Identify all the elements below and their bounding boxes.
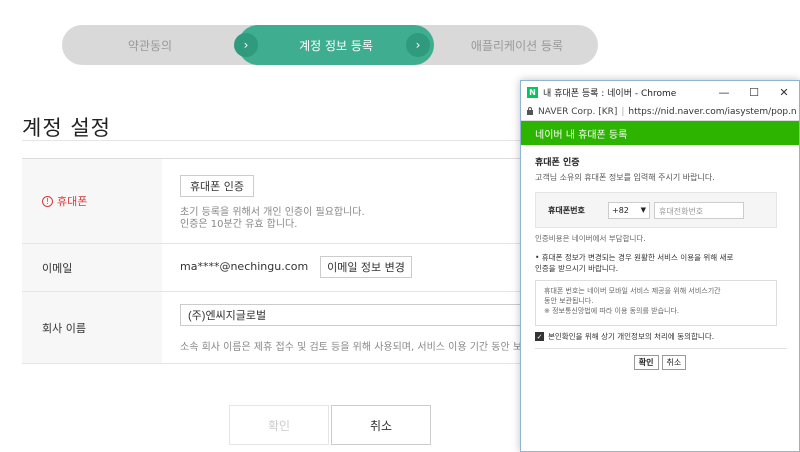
terms-box[interactable]: 휴대폰 번호는 네이버 모바일 서비스 제공을 위해 서비스기간 동안 보관됩니… [535, 280, 777, 326]
address-org: NAVER Corp. [KR] [538, 106, 618, 117]
window-controls: — ☐ ✕ [709, 81, 799, 103]
step-arrow-icon: › [234, 33, 258, 57]
cost-note: 인증비용은 네이버에서 부담합니다. [535, 234, 646, 243]
change-email-button[interactable]: 이메일 정보 변경 [320, 256, 412, 278]
address-url: https://nid.naver.com/iasystem/pop.n [628, 106, 797, 117]
step-app-registration: 애플리케이션 등록 [412, 25, 598, 65]
maximize-icon[interactable]: ☐ [739, 81, 769, 103]
close-icon[interactable]: ✕ [769, 81, 799, 103]
form-row-company: 회사 이름 소속 회사 이름은 제휴 접수 및 검토 등을 위해 사용되며, 서… [22, 292, 562, 364]
country-code-value: +82 [612, 206, 629, 215]
naver-logo-icon: N [527, 86, 538, 98]
step-progress: 약관동의 계정 정보 등록 애플리케이션 등록 › › [62, 25, 598, 65]
phone-hint-line-2: 인증은 10분간 유효 합니다. [180, 219, 298, 230]
cancel-button[interactable]: 취소 [331, 405, 431, 445]
confirm-button[interactable]: 확인 [229, 405, 329, 445]
phone-label: 휴대폰 [57, 195, 88, 208]
email-value: ma****@nechingu.com [180, 260, 309, 273]
checkbox-checked-icon[interactable]: ✓ [535, 332, 544, 341]
popup-confirm-button[interactable]: 확인 [633, 355, 659, 370]
popup-body: 휴대폰 인증 고객님 소유의 휴대폰 정보를 입력해 주시기 바랍니다. 휴대폰… [521, 145, 799, 380]
popup-section-desc: 고객님 소유의 휴대폰 정보를 입력해 주시기 바랍니다. [535, 173, 715, 182]
title-divider [22, 140, 522, 141]
form-row-phone: ! 휴대폰 휴대폰 인증 초기 등록을 위해서 개인 인증이 필요합니다. 인증… [22, 159, 522, 244]
popup-header: 네이버 내 휴대폰 등록 [521, 121, 799, 145]
popup-divider [535, 348, 787, 349]
warning-icon: ! [42, 195, 53, 207]
page-title: 계정 설정 [22, 116, 111, 140]
phone-number-box: 휴대폰번호 +82 ▼ 휴대전화번호 [535, 192, 777, 228]
window-titlebar[interactable]: N 내 휴대폰 등록 : 네이버 - Chrome — ☐ ✕ [521, 81, 799, 103]
company-label: 회사 이름 [22, 292, 162, 363]
popup-buttons: 확인 취소 [535, 355, 785, 370]
agree-checkbox-row[interactable]: ✓ 본인확인을 위해 상기 개인정보의 처리에 동의합니다. [535, 331, 785, 342]
change-note-line-2: 인증을 받으시기 바랍니다. [535, 264, 619, 273]
chevron-down-icon: ▼ [640, 206, 646, 214]
window-title: 내 휴대폰 등록 : 네이버 - Chrome [543, 88, 677, 99]
phone-hint-line-1: 초기 등록을 위해서 개인 인증이 필요합니다. [180, 207, 365, 218]
phone-verify-button[interactable]: 휴대폰 인증 [180, 175, 254, 197]
address-bar[interactable]: NAVER Corp. [KR] | https://nid.naver.com… [521, 103, 799, 121]
minimize-icon[interactable]: — [709, 81, 739, 103]
step-arrow-icon: › [406, 33, 430, 57]
email-label: 이메일 [22, 244, 162, 291]
step-terms-agreement: 약관동의 [62, 25, 258, 65]
address-separator: | [621, 106, 625, 117]
phone-number-input[interactable]: 휴대전화번호 [654, 202, 744, 219]
terms-line-1: 휴대폰 번호는 네이버 모바일 서비스 제공을 위해 서비스기간 [544, 287, 721, 295]
step-account-info: 계정 정보 등록 [238, 25, 434, 65]
agree-text: 본인확인을 위해 상기 개인정보의 처리에 동의합니다. [548, 332, 715, 341]
company-name-input[interactable] [180, 304, 540, 326]
phone-label-cell: ! 휴대폰 [22, 159, 162, 243]
account-form: ! 휴대폰 휴대폰 인증 초기 등록을 위해서 개인 인증이 필요합니다. 인증… [22, 158, 562, 364]
phone-hint: 초기 등록을 위해서 개인 인증이 필요합니다. 인증은 10분간 유효 합니다… [180, 207, 365, 231]
company-hint: 소속 회사 이름은 제휴 접수 및 검토 등을 위해 사용되며, 서비스 이용 … [180, 342, 563, 353]
phone-registration-popup: N 내 휴대폰 등록 : 네이버 - Chrome — ☐ ✕ NAVER Co… [520, 80, 800, 452]
terms-line-2: 동안 보관됩니다. [544, 297, 594, 305]
form-row-email: 이메일 ma****@nechingu.com 이메일 정보 변경 [22, 244, 522, 292]
lock-icon [527, 107, 533, 115]
popup-cancel-button[interactable]: 취소 [661, 355, 687, 370]
popup-section-title: 휴대폰 인증 [535, 158, 580, 168]
change-note: • 휴대폰 정보가 변경되는 경우 원활한 서비스 이용을 위해 새로 인증을 … [535, 252, 785, 274]
country-code-select[interactable]: +82 ▼ [608, 202, 650, 219]
change-note-line-1: • 휴대폰 정보가 변경되는 경우 원활한 서비스 이용을 위해 새로 [535, 253, 734, 262]
terms-line-3: ※ 정보통신망법에 따라 이용 동의를 받습니다. [544, 307, 680, 315]
phone-number-label: 휴대폰번호 [548, 206, 585, 215]
